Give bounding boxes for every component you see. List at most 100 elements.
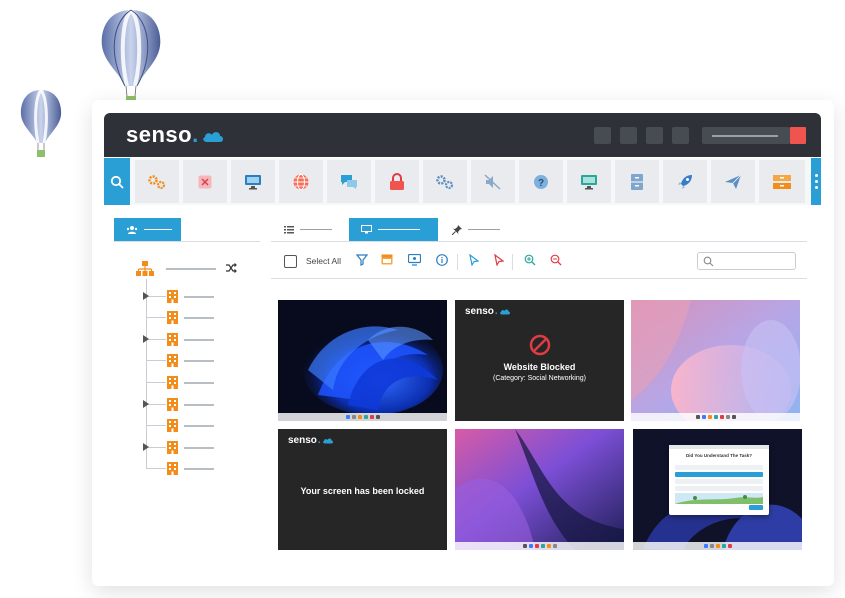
screen-thumbnail-1[interactable]	[278, 300, 447, 421]
toolbar-monitor-button[interactable]	[231, 160, 275, 203]
settings-icon	[436, 174, 454, 189]
action-bar: Select All	[284, 252, 809, 278]
zoom-in-icon[interactable]	[524, 254, 536, 266]
toolbar-close-app-button[interactable]	[183, 160, 227, 203]
tree-item[interactable]	[146, 419, 221, 433]
quiz-option[interactable]	[675, 472, 763, 477]
tab-list-view[interactable]	[284, 218, 332, 241]
blocked-icon	[529, 334, 551, 356]
building-icon	[167, 419, 178, 432]
zoom-out-icon[interactable]	[550, 254, 562, 266]
screen-thumbnail-3[interactable]	[631, 300, 800, 421]
globe-icon	[293, 173, 309, 190]
logout-button[interactable]	[790, 127, 806, 144]
select-all-checkbox[interactable]	[284, 255, 297, 268]
action-separator	[512, 254, 513, 270]
toolbar-screen-button[interactable]	[567, 160, 611, 203]
tree-item[interactable]	[143, 441, 221, 455]
pastel-wallpaper	[631, 300, 800, 421]
quiz-submit-button[interactable]	[749, 505, 763, 510]
search-input[interactable]	[697, 252, 796, 270]
user-menu[interactable]	[702, 127, 790, 144]
header-button-2[interactable]	[620, 127, 637, 144]
toolbar-more-button[interactable]	[811, 158, 821, 205]
monitor-icon	[245, 174, 261, 189]
toolbar-launch-button[interactable]	[663, 160, 707, 203]
toolbar-files-button[interactable]	[615, 160, 659, 203]
info-icon[interactable]	[436, 254, 448, 266]
building-icon	[167, 333, 178, 346]
tree-item[interactable]	[146, 311, 221, 325]
browser-icon[interactable]	[381, 254, 393, 265]
pin-icon	[452, 224, 462, 235]
action-separator	[457, 254, 458, 270]
screen-thumbnail-4[interactable]: senso. Your screen has been locked	[278, 429, 447, 550]
screen-thumbnail-2[interactable]: senso. Website Blocked (Category: Social…	[455, 300, 624, 421]
taskbar	[631, 413, 800, 421]
building-icon	[167, 462, 178, 475]
hot-air-balloon-large-icon	[101, 8, 161, 105]
monitor-icon	[361, 225, 372, 234]
chat-icon	[341, 174, 357, 189]
quiz-option[interactable]	[675, 486, 763, 491]
senso-logo: senso.	[465, 306, 511, 317]
toolbar: ?	[104, 158, 821, 205]
blocked-subtitle: (Category: Social Networking)	[493, 375, 586, 382]
toolbar-search-button[interactable]	[104, 158, 130, 205]
quiz-option[interactable]	[675, 465, 763, 470]
tree-item[interactable]	[143, 398, 221, 412]
header-button-4[interactable]	[672, 127, 689, 144]
toolbar-web-button[interactable]	[279, 160, 323, 203]
tree-item[interactable]	[143, 333, 221, 347]
cloud-icon	[322, 438, 333, 444]
toolbar-settings-button[interactable]	[423, 160, 467, 203]
drawer-icon	[773, 174, 791, 189]
senso-logo: senso.	[126, 122, 225, 148]
pointer-blue-icon[interactable]	[469, 254, 479, 266]
windows-bloom-wallpaper	[278, 300, 447, 421]
search-icon	[703, 256, 714, 267]
app-header: senso.	[104, 113, 821, 157]
toolbar-chat-button[interactable]	[327, 160, 371, 203]
tree-item[interactable]	[143, 290, 221, 304]
header-button-1[interactable]	[594, 127, 611, 144]
tabs-divider	[271, 241, 807, 242]
gears-icon	[148, 174, 166, 189]
users-icon	[126, 225, 138, 234]
tree-item[interactable]	[146, 376, 221, 390]
left-divider	[114, 241, 260, 242]
locked-title: Your screen has been locked	[300, 486, 425, 496]
tab-thumbnail-view[interactable]	[349, 218, 438, 241]
search-icon	[110, 175, 124, 189]
rocket-icon	[678, 174, 692, 189]
pointer-red-icon[interactable]	[494, 254, 504, 266]
taskbar	[633, 542, 802, 550]
landscape-illustration	[675, 493, 763, 504]
filter-icon[interactable]	[356, 254, 368, 266]
quiz-option[interactable]	[675, 479, 763, 484]
header-button-3[interactable]	[646, 127, 663, 144]
toolbar-lock-button[interactable]	[375, 160, 419, 203]
screen-share-icon[interactable]	[408, 254, 421, 266]
toolbar-gears-button[interactable]	[135, 160, 179, 203]
shuffle-icon[interactable]	[225, 262, 237, 274]
help-icon: ?	[534, 174, 548, 189]
cloud-icon	[499, 309, 510, 315]
screen-thumbnail-6[interactable]: Did You Understand The Task?	[633, 429, 802, 550]
tree-item[interactable]	[146, 354, 221, 368]
close-box-icon	[198, 175, 212, 188]
toolbar-mute-button[interactable]	[471, 160, 515, 203]
building-icon	[167, 311, 178, 324]
org-chart-icon[interactable]	[136, 261, 154, 277]
taskbar	[278, 413, 447, 421]
tab-pinned[interactable]	[452, 218, 500, 241]
toolbar-help-button[interactable]: ?	[519, 160, 563, 203]
toolbar-drawer-button[interactable]	[759, 160, 805, 203]
left-tab-users[interactable]	[114, 218, 181, 241]
toolbar-send-button[interactable]	[711, 160, 755, 203]
screen-thumbnail-5[interactable]	[455, 429, 624, 550]
taskbar	[455, 542, 624, 550]
hot-air-balloon-small-icon	[20, 89, 62, 157]
tree-item[interactable]	[146, 462, 221, 476]
select-all-label: Select All	[306, 256, 341, 266]
